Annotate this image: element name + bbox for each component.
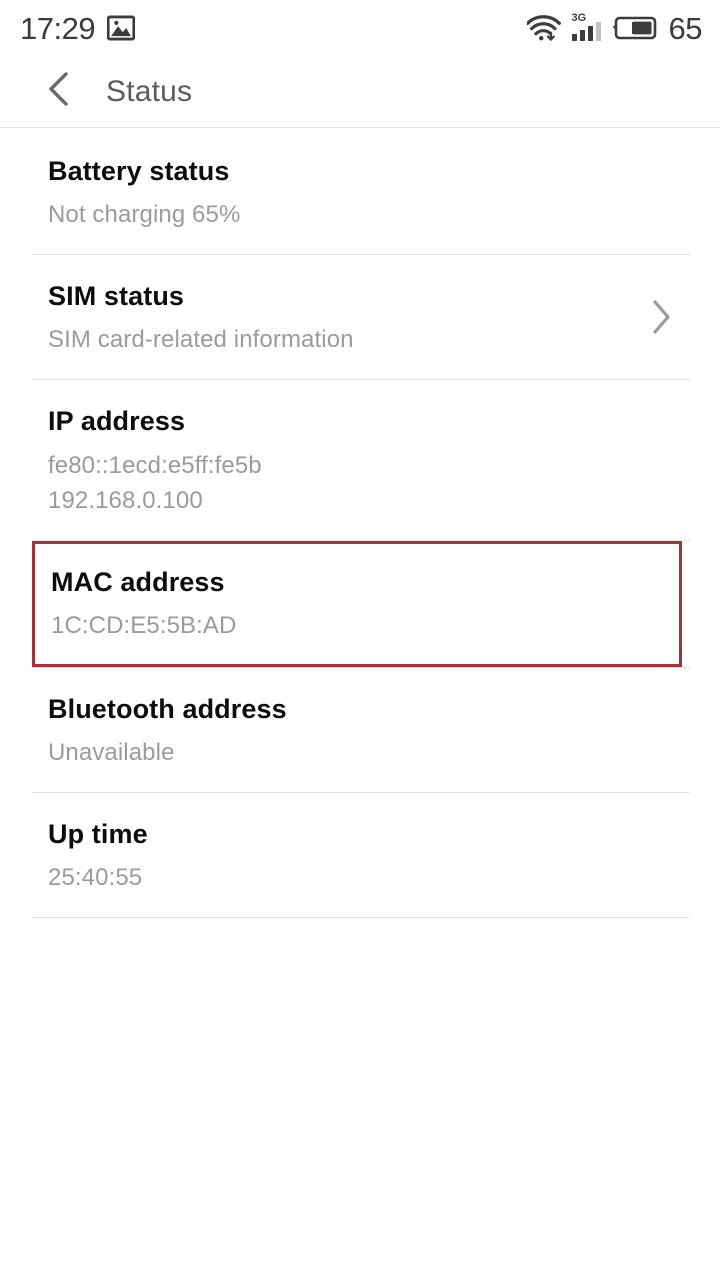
- status-bar-left: 17:29: [20, 10, 136, 46]
- list-item-title: Bluetooth address: [48, 693, 287, 724]
- network-type-label: 3G: [571, 12, 587, 24]
- list-divider: [32, 917, 690, 919]
- list-item-title: Battery status: [48, 156, 230, 186]
- signal-bar-2: [579, 30, 585, 41]
- list-item-subtitle: Unavailable: [48, 738, 175, 766]
- photo-icon: [107, 15, 136, 41]
- status-list: Battery status Not charging 65% SIM stat…: [0, 128, 720, 919]
- status-bar: 17:29 3G 65: [0, 0, 720, 56]
- list-item-ip-address[interactable]: IP address fe80::1ecd:e5ff:fe5b 192.168.…: [0, 380, 720, 539]
- status-bar-right: 3G 65: [526, 10, 703, 46]
- list-item-mac-address[interactable]: MAC address 1C:CD:E5:5B:AD: [32, 540, 682, 667]
- list-item-title: SIM status: [48, 281, 185, 312]
- list-item-up-time[interactable]: Up time 25:40:55: [0, 793, 720, 917]
- list-item-sim-status[interactable]: SIM status SIM card-related information: [0, 255, 720, 379]
- list-item-title: IP address: [48, 406, 186, 437]
- list-item-text: Bluetooth address Unavailable: [48, 668, 686, 792]
- list-item-title: Up time: [48, 819, 148, 850]
- list-item-subtitle-ipv4: 192.168.0.100: [48, 486, 203, 514]
- list-item-subtitle: 1C:CD:E5:5B:AD: [51, 611, 237, 639]
- list-item-text: SIM status SIM card-related information: [48, 255, 642, 379]
- signal-bar-3: [587, 26, 593, 41]
- list-item-battery-status[interactable]: Battery status Not charging 65%: [0, 130, 720, 254]
- list-item-text: IP address fe80::1ecd:e5ff:fe5b 192.168.…: [48, 380, 686, 539]
- list-item-text: MAC address 1C:CD:E5:5B:AD: [51, 545, 679, 663]
- signal-bars-icon: 3G: [571, 12, 601, 41]
- battery-icon: [612, 15, 658, 41]
- signal-bar-1: [571, 34, 577, 41]
- back-button[interactable]: [36, 69, 82, 115]
- page-title: Status: [106, 74, 193, 108]
- app-bar: Status: [0, 56, 720, 128]
- list-item-subtitle: SIM card-related information: [48, 326, 354, 354]
- wifi-download-icon: [526, 13, 561, 43]
- list-item-bluetooth-address[interactable]: Bluetooth address Unavailable: [0, 668, 720, 792]
- list-item-subtitle: Not charging 65%: [48, 201, 241, 229]
- list-item-subtitle-ipv6: fe80::1ecd:e5ff:fe5b: [48, 451, 262, 479]
- chevron-right-icon[interactable]: [642, 297, 682, 337]
- list-item-text: Battery status Not charging 65%: [48, 130, 686, 254]
- list-item-title: MAC address: [51, 566, 225, 597]
- signal-bar-4: [595, 22, 601, 41]
- list-item-subtitle: 25:40:55: [48, 864, 143, 892]
- chevron-left-icon: [45, 71, 73, 112]
- clock-label: 17:29: [20, 10, 96, 46]
- list-item-text: Up time 25:40:55: [48, 793, 686, 917]
- battery-percent-label: 65: [668, 10, 703, 46]
